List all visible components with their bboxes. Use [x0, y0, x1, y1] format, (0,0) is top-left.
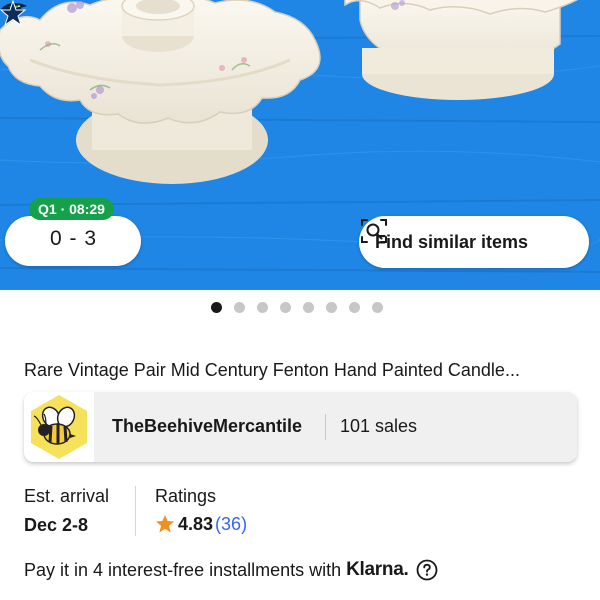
carousel-dot[interactable]: [211, 301, 222, 313]
info-divider: [135, 486, 136, 536]
star-icon: [156, 515, 174, 533]
bee-logo-icon: [31, 395, 87, 459]
seller-name: TheBeehiveMercantile: [112, 416, 303, 436]
help-circle-icon[interactable]: [416, 559, 438, 581]
ratings-summary[interactable]: 4.83 (36): [155, 513, 247, 535]
find-similar-items-button[interactable]: Find similar items: [359, 216, 589, 268]
score-value: 0 - 3: [50, 227, 98, 250]
carousel-dot[interactable]: [326, 301, 337, 313]
seller-sales-count: 101 sales: [340, 416, 418, 436]
est-arrival-value: Dec 2-8: [24, 515, 89, 535]
ratings-count-link[interactable]: (36): [215, 514, 247, 535]
carousel-dot[interactable]: [234, 301, 245, 313]
carousel-dot[interactable]: [303, 301, 314, 313]
seller-divider: [325, 414, 326, 440]
visual-search-icon: [361, 219, 387, 243]
cowboys-star-icon: [0, 0, 26, 26]
carousel-dot[interactable]: [257, 301, 268, 313]
klarna-logo: Klarna.: [346, 559, 409, 580]
listing-title: Rare Vintage Pair Mid Century Fenton Han…: [24, 360, 520, 380]
installments-text: Pay it in 4 interest-free installments w…: [24, 559, 342, 580]
game-clock-badge: Q1 · 08:29: [29, 198, 114, 220]
est-arrival-label: Est. arrival: [24, 486, 110, 506]
klarna-installments-row: Pay it in 4 interest-free installments w…: [24, 557, 438, 583]
carousel-dot[interactable]: [349, 301, 360, 313]
ratings-value: 4.83: [178, 513, 214, 534]
find-similar-items-label: Find similar items: [375, 231, 529, 252]
carousel-dot[interactable]: [280, 301, 291, 313]
image-carousel-dots: [211, 300, 395, 314]
carousel-dot[interactable]: [372, 301, 383, 313]
ratings-label: Ratings: [155, 486, 217, 506]
seller-avatar: [24, 392, 94, 462]
product-image[interactable]: Q1 · 08:29 0 - 3 Find similar items: [0, 0, 600, 290]
seller-card[interactable]: TheBeehiveMercantile 101 sales: [24, 392, 577, 462]
